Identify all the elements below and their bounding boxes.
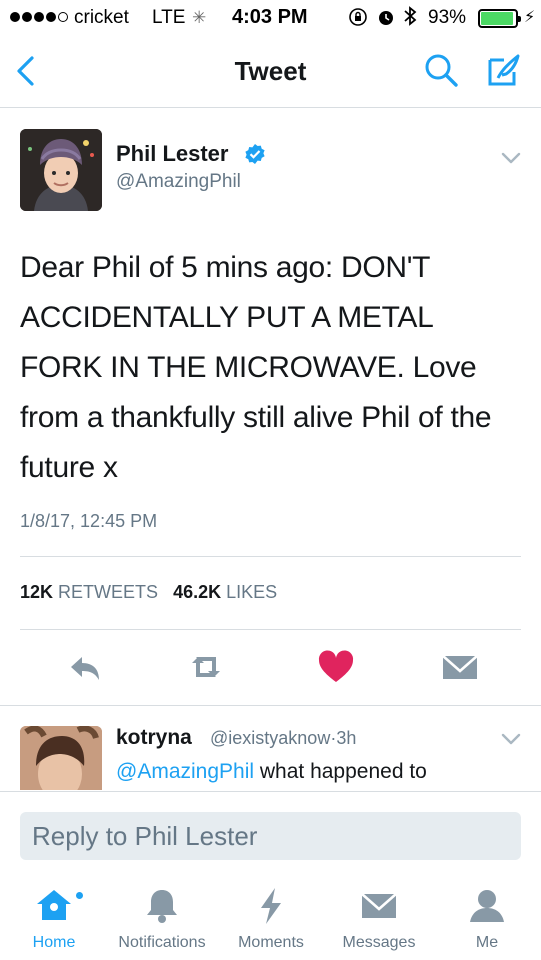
reply-button[interactable]: [66, 647, 106, 687]
avatar-photo: [20, 726, 102, 790]
person-icon: [470, 890, 504, 922]
reply-icon: [71, 657, 99, 680]
bluetooth-icon: [402, 5, 418, 33]
envelope-icon: [361, 893, 397, 918]
compose-tweet-button[interactable]: [484, 52, 524, 90]
status-time: 4:03 PM: [232, 6, 308, 28]
bell-icon: [147, 890, 177, 923]
charging-icon: ⚡: [524, 9, 536, 26]
tab-label: Moments: [238, 934, 304, 951]
retweets-stat[interactable]: 12K RETWEETS: [20, 582, 158, 602]
author-handle[interactable]: @AmazingPhil: [116, 171, 241, 193]
envelope-icon: [442, 655, 478, 679]
signal-strength-icon: [10, 12, 68, 22]
tab-home[interactable]: Home: [14, 870, 94, 960]
tab-label: Messages: [342, 934, 416, 951]
avatar-photo: [20, 129, 102, 211]
reply-author-handle[interactable]: @iexistyaknow: [210, 728, 330, 748]
tweet-text: Dear Phil of 5 mins ago: DON'T ACCIDENTA…: [20, 251, 492, 484]
tab-moments[interactable]: Moments: [226, 870, 316, 960]
likes-stat[interactable]: 46.2K LIKES: [173, 582, 277, 602]
likes-label: LIKES: [226, 582, 278, 602]
tweet-options-chevron-down-icon[interactable]: [500, 151, 522, 165]
compose-icon: [488, 54, 520, 86]
status-bar: cricket LTE ✳ 4:03 PM 93% ⚡: [0, 0, 541, 36]
battery-percent: 93%: [428, 7, 467, 28]
reply-options-chevron-down-icon[interactable]: [500, 732, 522, 746]
home-icon: [37, 890, 71, 920]
verified-badge-icon: [244, 143, 266, 165]
reply-author-name[interactable]: kotryna: [116, 726, 192, 750]
author-avatar[interactable]: [20, 129, 102, 211]
reply-age: 3h: [336, 728, 357, 748]
lightning-icon: [261, 888, 281, 924]
tab-notifications[interactable]: Notifications: [104, 870, 220, 960]
tab-messages[interactable]: Messages: [330, 870, 428, 960]
tab-bar: Home Notifications Moments Messages Me: [0, 870, 541, 960]
likes-count: 46.2K: [173, 582, 222, 602]
nav-bar: Tweet: [0, 36, 541, 108]
reply-author-avatar[interactable]: [20, 726, 102, 790]
search-icon: [425, 54, 458, 87]
heart-icon: [318, 650, 354, 682]
carrier-name: cricket: [74, 7, 129, 28]
like-button[interactable]: [316, 647, 356, 687]
reply-tweet[interactable]: kotryna @iexistyaknow·3h @AmazingPhil wh…: [0, 706, 541, 790]
reply-meta: @iexistyaknow·3h: [210, 728, 356, 749]
mention-link[interactable]: @AmazingPhil: [116, 760, 254, 783]
tab-me[interactable]: Me: [450, 870, 524, 960]
tab-label: Notifications: [118, 934, 206, 951]
retweet-icon: [192, 657, 220, 677]
direct-message-button[interactable]: [440, 647, 480, 687]
retweets-count: 12K: [20, 582, 54, 602]
divider: [20, 556, 521, 557]
tab-label: Home: [32, 934, 76, 951]
network-type: LTE: [152, 7, 186, 28]
search-button[interactable]: [422, 52, 462, 90]
tweet-actions: [0, 647, 541, 691]
divider: [20, 629, 521, 630]
tweet-stats: 12K RETWEETS 46.2K LIKES: [20, 582, 277, 603]
reply-text: @AmazingPhil what happened to: [116, 756, 516, 788]
rotation-lock-icon: [348, 7, 368, 32]
author-name[interactable]: Phil Lester: [116, 141, 228, 167]
retweets-label: RETWEETS: [58, 582, 159, 602]
reply-composer: [0, 791, 541, 869]
reply-input[interactable]: [20, 812, 521, 860]
battery-icon: [478, 9, 521, 28]
tab-label: Me: [475, 934, 499, 951]
reply-body: what happened to: [254, 760, 427, 783]
alarm-icon: [376, 7, 396, 32]
unread-indicator: [74, 890, 85, 901]
retweet-button[interactable]: [186, 647, 226, 687]
activity-spinner-icon: ✳: [192, 8, 207, 27]
tweet-timestamp: 1/8/17, 12:45 PM: [20, 511, 158, 531]
